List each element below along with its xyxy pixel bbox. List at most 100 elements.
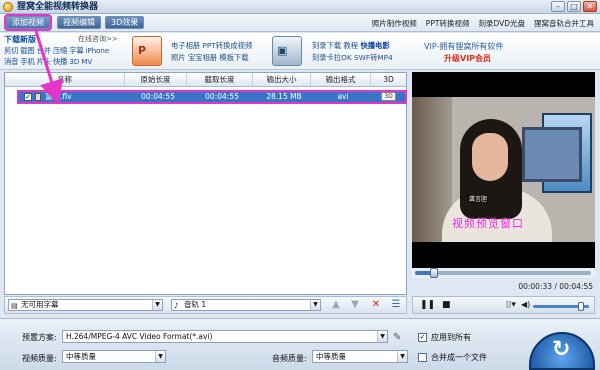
video-quality-select[interactable]: 中等质量 ▼	[62, 350, 166, 363]
chevron-down-icon: ▼	[397, 351, 407, 362]
burn-ad-line-2[interactable]: 刻录卡拉OK SWF转MP4	[312, 53, 393, 63]
pause-icon[interactable]: ❚❚	[420, 299, 435, 311]
burn-ad-prefix: 刻录下载 教程	[312, 41, 359, 50]
options-bar: ▤ 无可用字幕 ▼ ♪ 音轨 1 ▼ ▲ ▼ ✕ ☰	[4, 296, 407, 314]
tools-links-2[interactable]: 消音 手机 片头 快播 3D MV	[4, 57, 92, 67]
burn-ad-line-1[interactable]: 刻录下载 教程 快播电影	[312, 41, 390, 51]
output-settings: 预置方案: H.264/MPEG-4 AVC Video Format(*.av…	[0, 318, 600, 370]
apply-all-checkbox[interactable]: ✓	[418, 333, 427, 342]
file-list: 名称 原始长度 截取长度 输出大小 输出格式 3D ✓ 富言.flv 00:04…	[4, 72, 407, 295]
chevron-down-icon: ▼	[152, 300, 162, 310]
preview-watermark: 视频预览窗口	[452, 217, 524, 230]
time-display-bar: 00:00:33 / 00:04:55	[412, 280, 595, 294]
row-output-size: 28.15 MB	[266, 92, 302, 101]
vip-upgrade-link[interactable]: 升级VIP会员	[444, 53, 491, 64]
title-bar: 狸窝全能视频转换器 – □ ✕	[0, 0, 600, 14]
minimize-button[interactable]: –	[551, 1, 565, 12]
seek-thumb[interactable]	[430, 268, 439, 278]
video-quality-value: 中等质量	[66, 352, 96, 361]
seek-bar[interactable]	[412, 268, 595, 278]
app-logo-icon	[3, 2, 13, 12]
video-preview: 龚言胆 视频预览窗口	[412, 72, 595, 268]
link-burn-dvd[interactable]: 刻录DVD光盘	[478, 18, 525, 29]
row-clip-length: 00:04:55	[205, 92, 239, 101]
volume-icon[interactable]: ◀)	[521, 299, 530, 311]
col-3d[interactable]: 3D	[371, 73, 406, 87]
3d-toggle-icon[interactable]: 3D	[381, 92, 396, 101]
col-name[interactable]: 名称	[5, 73, 125, 87]
seek-track	[415, 268, 591, 278]
scene-frame	[522, 127, 582, 182]
download-new-link[interactable]: 下载新版	[4, 34, 36, 45]
chevron-down-icon: ▼	[155, 351, 165, 362]
3d-effect-button[interactable]: 3D效果	[105, 16, 145, 29]
ppt-tile-glyph: P	[138, 44, 147, 57]
add-video-button[interactable]: 添加视频	[6, 16, 50, 29]
settings-wrench-icon[interactable]: ✎	[393, 331, 407, 344]
preset-select[interactable]: H.264/MPEG-4 AVC Video Format(*.avi) ▼	[62, 330, 388, 343]
file-list-header: 名称 原始长度 截取长度 输出大小 输出格式 3D	[5, 73, 406, 87]
col-original-length[interactable]: 原始长度	[125, 73, 187, 87]
preview-caption: 龚言胆	[467, 194, 490, 203]
tools-links-1[interactable]: 剪切 截图 合并 压缩 字幕 iPhone	[4, 46, 109, 56]
row-original-length: 00:04:55	[141, 92, 175, 101]
col-output-size[interactable]: 输出大小	[253, 73, 311, 87]
snapshot-icon[interactable]: ⌷▾	[506, 299, 516, 311]
row-file-name: 富言.flv	[45, 92, 72, 101]
app-window: 狸窝全能视频转换器 – □ ✕ 添加视频 视频编辑 3D效果 照片制作视频 PP…	[0, 0, 600, 370]
ppt-tile-icon[interactable]: P	[132, 36, 162, 66]
video-file-icon	[35, 93, 41, 101]
chevron-down-icon: ▼	[310, 300, 320, 310]
row-output-format: avi	[337, 92, 349, 101]
table-row[interactable]: ✓ 富言.flv 00:04:55 00:04:55 28.15 MB avi …	[17, 90, 407, 104]
audio-track-select[interactable]: ♪ 音轨 1 ▼	[171, 299, 321, 311]
ppt-ad-line-1[interactable]: 电子相册 PPT转换成视频	[171, 41, 252, 51]
window-controls: – □ ✕	[551, 1, 597, 12]
audio-quality-label: 音频质量:	[272, 354, 307, 363]
list-icon[interactable]: ☰	[390, 299, 402, 311]
apply-all-label: 应用到所有	[431, 333, 471, 342]
convert-arrow-icon: ↻	[552, 337, 571, 362]
move-up-icon[interactable]: ▲	[330, 299, 342, 311]
close-button[interactable]: ✕	[583, 1, 597, 12]
online-help-link[interactable]: 在线咨询>>	[78, 34, 118, 44]
subtitle-icon: ▤	[11, 302, 18, 310]
move-down-icon[interactable]: ▼	[349, 299, 361, 311]
burn-tile-glyph: ▣	[277, 44, 288, 57]
merge-label: 合并成一个文件	[431, 353, 487, 362]
scene-person-face	[472, 133, 508, 181]
window-title: 狸窝全能视频转换器	[17, 2, 99, 12]
audio-quality-select[interactable]: 中等质量 ▼	[312, 350, 408, 363]
stop-icon[interactable]: ■	[442, 299, 451, 311]
vip-ad-line-1[interactable]: VIP-拥有狸窝所有软件	[424, 41, 503, 52]
ppt-ad-line-2[interactable]: 照片 宝宝相册 模板下载	[171, 53, 249, 63]
volume-thumb[interactable]	[577, 302, 584, 311]
preview-frame: 龚言胆 视频预览窗口	[412, 97, 595, 242]
video-quality-label: 视频质量:	[22, 354, 57, 363]
volume-slider[interactable]	[533, 302, 589, 311]
audio-track-icon: ♪	[174, 302, 179, 310]
maximize-button[interactable]: □	[567, 1, 581, 12]
top-links: 照片制作视频 PPT转换视频 刻录DVD光盘 狸窝音轨合并工具	[372, 18, 594, 29]
playback-time: 00:00:33 / 00:04:55	[518, 282, 593, 291]
promo-strip: 下载新版 在线咨询>> 剪切 截图 合并 压缩 字幕 iPhone 消音 手机 …	[0, 33, 600, 70]
merge-checkbox[interactable]	[418, 353, 427, 362]
col-output-format[interactable]: 输出格式	[311, 73, 371, 87]
subtitle-value: 无可用字幕	[21, 300, 59, 309]
chevron-down-icon: ▼	[377, 331, 387, 342]
subtitle-select[interactable]: ▤ 无可用字幕 ▼	[8, 299, 163, 311]
row-checkbox[interactable]: ✓	[24, 93, 32, 101]
delete-icon[interactable]: ✕	[370, 299, 382, 311]
preset-value: H.264/MPEG-4 AVC Video Format(*.avi)	[66, 332, 213, 341]
video-edit-button[interactable]: 视频编辑	[57, 16, 101, 29]
toolbar: 添加视频 视频编辑 3D效果 照片制作视频 PPT转换视频 刻录DVD光盘 狸窝…	[0, 14, 600, 32]
burn-ad-highlight: 快播电影	[360, 41, 390, 50]
link-photo-video[interactable]: 照片制作视频	[372, 18, 417, 29]
download-panel: 下载新版 在线咨询>> 剪切 截图 合并 压缩 字幕 iPhone 消音 手机 …	[2, 33, 126, 70]
link-audio-merge[interactable]: 狸窝音轨合并工具	[534, 18, 594, 29]
burn-tile-icon[interactable]: ▣	[272, 36, 302, 66]
audio-quality-value: 中等质量	[316, 352, 346, 361]
audio-track-value: 音轨 1	[184, 300, 207, 309]
col-clip-length[interactable]: 截取长度	[187, 73, 253, 87]
link-ppt-video[interactable]: PPT转换视频	[426, 18, 470, 29]
